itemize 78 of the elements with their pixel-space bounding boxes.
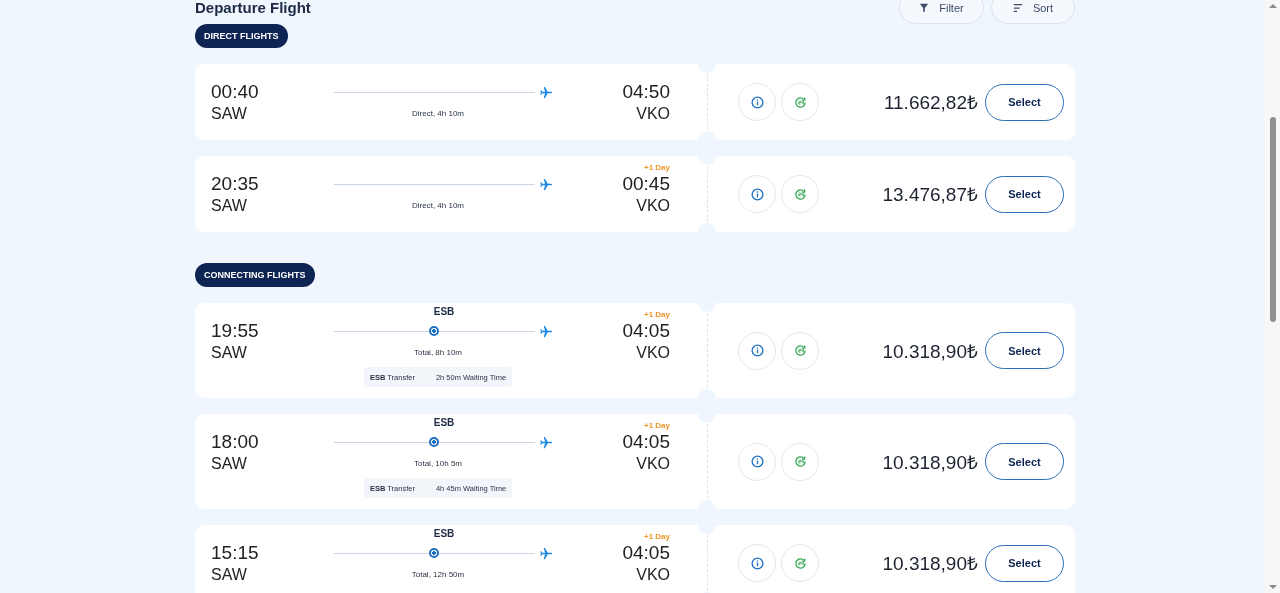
departure-airport: SAW bbox=[211, 565, 248, 585]
stop-dot bbox=[429, 548, 439, 558]
departure-time: 19:55 bbox=[211, 320, 260, 342]
next-day-label: +1 Day bbox=[642, 310, 670, 320]
next-day-label: +1 Day bbox=[642, 532, 670, 542]
stop-dot bbox=[429, 326, 439, 336]
stop-airport: ESB bbox=[433, 417, 455, 430]
flight-duration: Direct, 4h 10m bbox=[412, 200, 464, 212]
page-title: Departure Flight bbox=[195, 0, 311, 16]
flight-duration: Total, 12h 50m bbox=[411, 569, 465, 581]
flight-duration: Direct, 4h 10m bbox=[412, 108, 464, 120]
support-button[interactable] bbox=[781, 175, 819, 213]
arrival-time: 04:05 bbox=[621, 431, 670, 453]
arrival-time: 00:45 bbox=[621, 173, 670, 195]
stop-airport: ESB bbox=[433, 528, 455, 541]
info-button[interactable] bbox=[738, 83, 776, 121]
plane-icon bbox=[539, 323, 554, 339]
departure-time: 20:35 bbox=[211, 173, 260, 195]
support-button[interactable] bbox=[781, 83, 819, 121]
select-button[interactable]: Select bbox=[985, 332, 1064, 369]
flight-duration: Total, 10h 5m bbox=[414, 458, 462, 470]
sort-button[interactable]: Sort bbox=[991, 0, 1075, 24]
departure-time: 15:15 bbox=[211, 542, 260, 564]
filter-button[interactable]: Filter bbox=[899, 0, 984, 24]
departure-airport: SAW bbox=[211, 454, 248, 474]
info-button[interactable] bbox=[738, 544, 776, 582]
plane-icon bbox=[539, 434, 554, 450]
price: 10.318,90₺ bbox=[882, 339, 978, 364]
sort-icon bbox=[1012, 2, 1023, 13]
info-icon bbox=[750, 556, 764, 570]
info-icon bbox=[750, 95, 764, 109]
price: 13.476,87₺ bbox=[882, 183, 978, 207]
arrival-time: 04:50 bbox=[621, 81, 670, 103]
support-button[interactable] bbox=[781, 544, 819, 582]
section-label: DIRECT FLIGHTS bbox=[195, 24, 288, 48]
section-label: CONNECTING FLIGHTS bbox=[195, 263, 315, 287]
info-icon bbox=[750, 187, 764, 201]
circular-arrow-icon bbox=[793, 455, 807, 468]
next-day-label: +1 Day bbox=[642, 163, 670, 173]
stop-dot bbox=[429, 437, 439, 447]
departure-time: 00:40 bbox=[211, 81, 260, 103]
circular-arrow-icon bbox=[793, 95, 807, 109]
plane-icon bbox=[539, 84, 554, 100]
arrival-airport: VKO bbox=[635, 454, 670, 474]
support-button[interactable] bbox=[781, 442, 819, 481]
select-button[interactable]: Select bbox=[985, 83, 1064, 121]
arrival-airport: VKO bbox=[635, 343, 670, 363]
info-icon bbox=[750, 455, 764, 468]
plane-icon bbox=[539, 545, 554, 561]
info-button[interactable] bbox=[738, 175, 776, 213]
arrival-airport: VKO bbox=[635, 104, 670, 124]
price: 10.318,90₺ bbox=[882, 450, 978, 475]
scrollbar[interactable] bbox=[1265, 0, 1280, 593]
departure-time: 18:00 bbox=[211, 431, 260, 453]
select-button[interactable]: Select bbox=[985, 544, 1064, 582]
departure-airport: SAW bbox=[211, 104, 248, 124]
circular-arrow-icon bbox=[793, 187, 807, 201]
funnel-icon bbox=[919, 2, 930, 13]
next-day-label: +1 Day bbox=[642, 421, 670, 431]
price: 10.318,90₺ bbox=[882, 552, 978, 576]
select-button[interactable]: Select bbox=[985, 175, 1064, 213]
flight-duration: Total, 8h 10m bbox=[414, 347, 462, 359]
arrival-time: 04:05 bbox=[621, 542, 670, 564]
support-button[interactable] bbox=[781, 331, 819, 370]
arrival-time: 04:05 bbox=[621, 320, 670, 342]
circular-arrow-icon bbox=[793, 344, 807, 357]
arrival-airport: VKO bbox=[635, 565, 670, 585]
circular-arrow-icon bbox=[793, 556, 807, 570]
info-button[interactable] bbox=[738, 442, 776, 481]
departure-airport: SAW bbox=[211, 196, 248, 216]
info-icon bbox=[750, 344, 764, 357]
info-button[interactable] bbox=[738, 331, 776, 370]
plane-icon bbox=[539, 176, 554, 192]
stop-airport: ESB bbox=[433, 306, 455, 319]
departure-airport: SAW bbox=[211, 343, 248, 363]
select-button[interactable]: Select bbox=[985, 443, 1064, 480]
price: 11.662,82₺ bbox=[883, 91, 978, 115]
arrival-airport: VKO bbox=[635, 196, 670, 216]
